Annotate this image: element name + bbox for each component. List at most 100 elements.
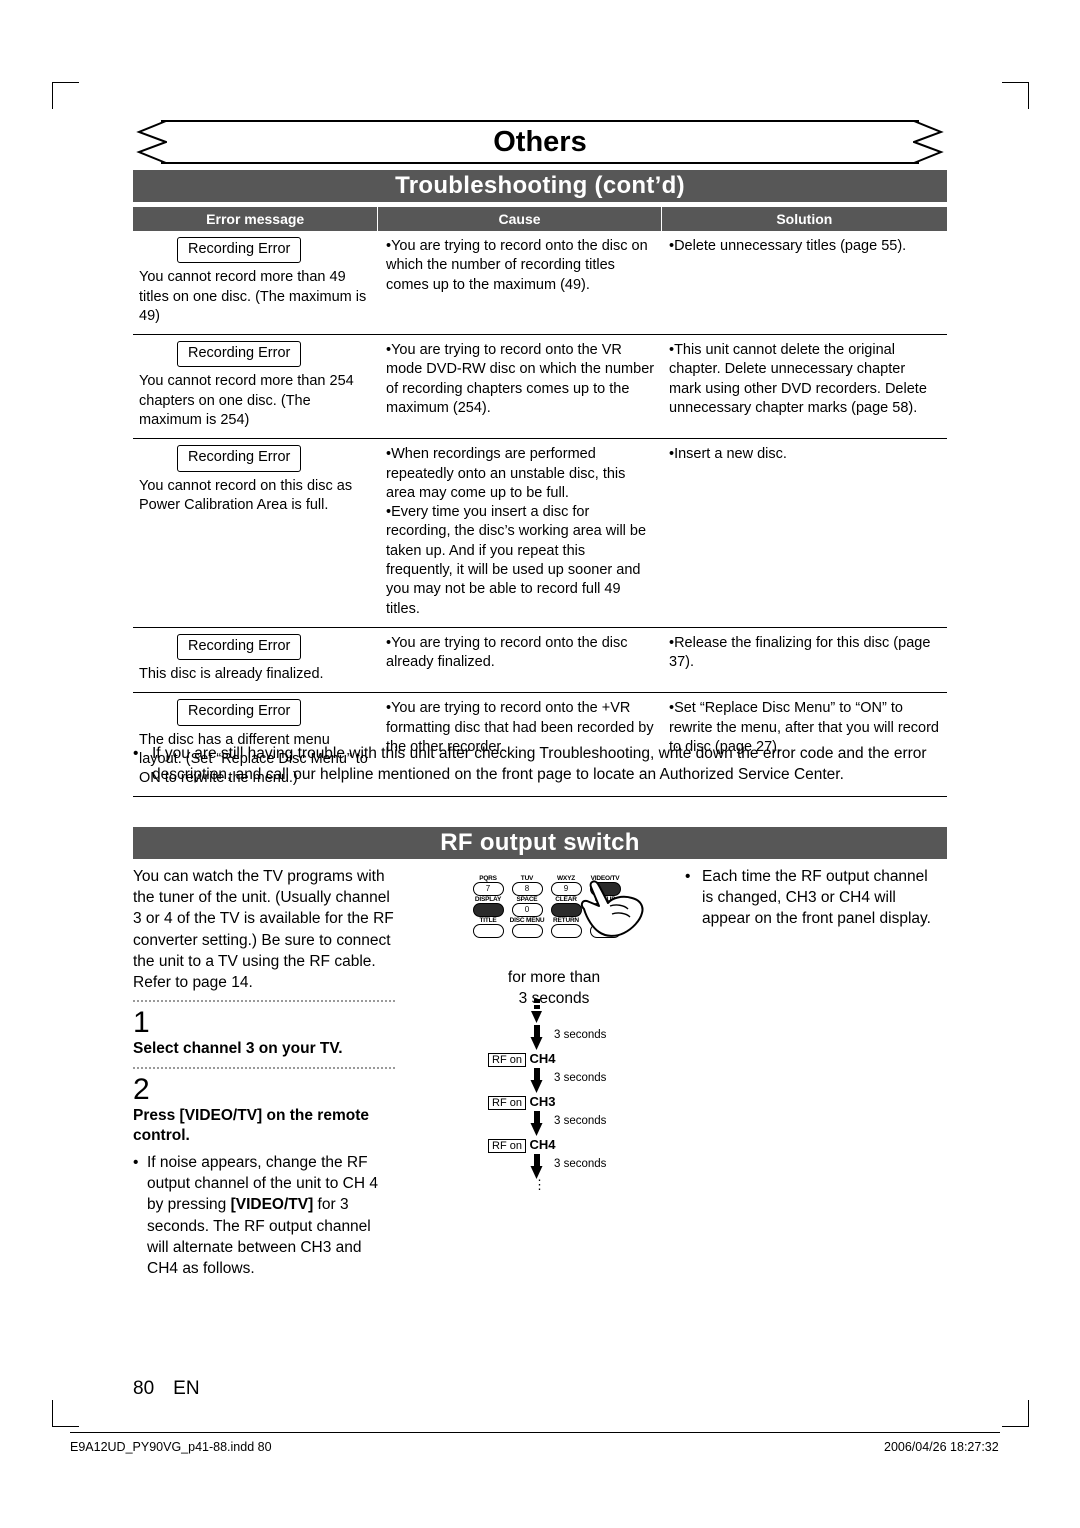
note-text: If you are still having trouble with thi… (152, 745, 927, 784)
key-button: 8 (511, 882, 543, 896)
dotted-arrow-down-icon (531, 999, 542, 1023)
dotted-divider (133, 1066, 395, 1069)
footer-filename: E9A12UD_PY90VG_p41-88.indd 80 (70, 1440, 272, 1454)
error-badge: Recording Error (177, 341, 302, 368)
page-number-block: 80 EN (133, 1378, 200, 1400)
remote-keypad-illustration: PQRS 7 TUV 8 WXYZ 9 VIDEO/TV DISPLAY SPA… (470, 875, 644, 953)
channel-value: CH3 (529, 1094, 556, 1109)
sequence-step: 3 seconds RF on CH3 (478, 1068, 658, 1111)
table-row: Recording Error You cannot record on thi… (133, 439, 947, 628)
three-seconds-text: 3 seconds (518, 989, 590, 1007)
table-row: Recording Error This disc is already fin… (133, 628, 947, 694)
arrow-down-icon (530, 1025, 543, 1050)
key-space-0: SPACE 0 (509, 896, 545, 917)
cell-error-message: Recording Error This disc is already fin… (133, 628, 378, 693)
sequence-step: 3 seconds RF on CH4 (478, 1111, 658, 1154)
key-title: TITLE (470, 917, 506, 938)
table-header-cause: Cause (378, 207, 661, 231)
table-row: Recording Error You cannot record more t… (133, 335, 947, 440)
sequence-step: 3 seconds RF on CH4 (478, 1025, 658, 1068)
rf-note: • If noise appears, change the RF output… (133, 1152, 395, 1279)
step-1-number: 1 (133, 1006, 150, 1040)
chapter-banner: Others (133, 120, 947, 164)
for-more-than-text: for more than (507, 969, 601, 986)
sequence-step: 3 seconds ⋮ (478, 1154, 658, 1197)
sequence-delay-label: 3 seconds (554, 1115, 607, 1127)
sequence-delay-label: 3 seconds (554, 1072, 607, 1084)
channel-value: CH4 (529, 1137, 556, 1152)
continuation-dots: ⋮ (533, 1177, 546, 1192)
key-label: SPACE (516, 896, 538, 903)
dotted-divider (133, 1000, 395, 1003)
press-duration-caption: for more than 3 seconds (470, 968, 638, 1010)
rf-on-badge: RF on (488, 1139, 526, 1153)
sequence-delay-label: 3 seconds (554, 1029, 607, 1041)
rf-on-badge: RF on (488, 1053, 526, 1067)
bullet-marker: • (133, 1153, 139, 1171)
arrow-down-icon (530, 1068, 543, 1093)
cell-solution: •This unit cannot delete the original ch… (669, 342, 927, 416)
rf-on-badge: RF on (488, 1096, 526, 1110)
key-button: 0 (511, 903, 543, 917)
rf-note-key: [VIDEO/TV] (230, 1196, 314, 1214)
error-badge: Recording Error (177, 237, 302, 264)
crop-mark-bottom-right (1002, 1400, 1029, 1427)
page-number: 80 (133, 1378, 155, 1399)
error-badge: Recording Error (177, 633, 302, 661)
key-button (472, 924, 504, 938)
key-pqrs-7: PQRS 7 (470, 875, 506, 896)
key-label: TITLE (479, 917, 497, 924)
table-row: Recording Error You cannot record more t… (133, 231, 947, 336)
sequence-state: RF on CH3 (488, 1094, 556, 1110)
bullet-marker: • (133, 745, 139, 762)
key-label: PQRS (479, 875, 497, 882)
section-header-troubleshooting: Troubleshooting (cont’d) (133, 170, 947, 202)
troubleshooting-table: Error message Cause Solution Recording E… (133, 207, 947, 798)
bullet-marker: • (685, 868, 691, 885)
table-header-error-message: Error message (133, 207, 378, 231)
key-disc-menu: DISC MENU (509, 917, 545, 938)
step-2-number: 2 (133, 1072, 150, 1106)
rf-channel-sequence-diagram: 3 seconds RF on CH4 3 seconds RF on CH3 … (478, 999, 658, 1197)
step-1-text: Select channel 3 on your TV. (133, 1040, 343, 1058)
key-display: DISPLAY (470, 896, 506, 917)
cell-solution: •Release the finalizing for this disc (p… (669, 634, 931, 671)
step-2-text: Press [VIDEO/TV] on the remote control. (133, 1106, 369, 1144)
error-badge: Recording Error (177, 699, 302, 726)
cell-cause: •When recordings are performed repeatedl… (386, 446, 647, 617)
cell-cause: •You are trying to record onto the VR mo… (386, 342, 655, 416)
footer-divider (70, 1432, 1000, 1433)
key-button: 7 (472, 882, 504, 896)
sequence-state: RF on CH4 (488, 1137, 556, 1153)
rf-left-column: You can watch the TV programs with the t… (133, 866, 395, 1279)
channel-value: CH4 (529, 1051, 556, 1066)
error-description: This disc is already finalized. (139, 666, 324, 683)
cell-solution: •Delete unnecessary titles (page 55). (669, 238, 907, 254)
cell-error-message: Recording Error You cannot record more t… (133, 335, 378, 438)
rf-right-text: Each time the RF output channel is chang… (702, 868, 931, 928)
chapter-title: Others (493, 126, 587, 158)
key-button (472, 903, 504, 917)
rf-right-column: • Each time the RF output channel is cha… (685, 866, 940, 930)
cell-cause: •You are trying to record onto the disc … (386, 238, 648, 293)
key-tuv-8: TUV 8 (509, 875, 545, 896)
footer-timestamp: 2006/04/26 18:27:32 (884, 1440, 999, 1454)
error-badge: Recording Error (177, 445, 302, 472)
cell-cause: •You are trying to record onto the disc … (386, 634, 628, 671)
troubleshooting-note: • If you are still having trouble with t… (133, 743, 947, 786)
cell-error-message: Recording Error You cannot record more t… (133, 231, 378, 334)
page-language: EN (173, 1378, 200, 1399)
key-label: DISPLAY (474, 896, 502, 903)
key-label: TUV (520, 875, 534, 882)
cell-solution: •Insert a new disc. (669, 446, 787, 463)
manual-page: Others Troubleshooting (cont’d) Error me… (0, 0, 1080, 1528)
key-label: DISC MENU (509, 917, 545, 924)
arrow-down-icon (530, 1111, 543, 1136)
table-header-solution: Solution (661, 207, 947, 231)
cell-error-message: Recording Error You cannot record on thi… (133, 439, 378, 627)
error-description: You cannot record more than 49 titles on… (139, 269, 367, 324)
table-header-row: Error message Cause Solution (133, 207, 947, 231)
crop-mark-top-left (52, 82, 79, 109)
crop-mark-bottom-left (52, 1400, 79, 1427)
pointing-hand-icon (580, 880, 644, 937)
